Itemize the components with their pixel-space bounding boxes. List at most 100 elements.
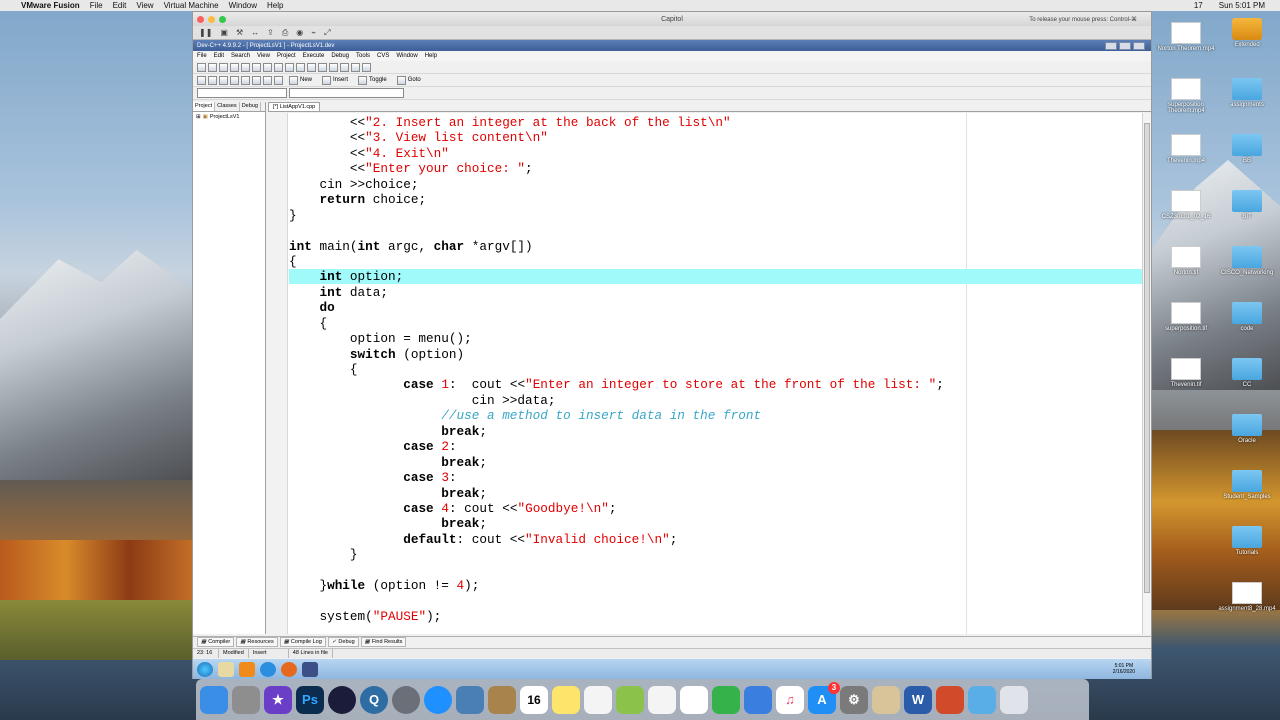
desktop-file-norton-mp4[interactable]: Norton Theorem.mp4 xyxy=(1155,22,1217,52)
remove-from-project-icon[interactable] xyxy=(351,62,360,72)
code-line[interactable]: <<"4. Exit\n" xyxy=(289,146,944,161)
project-tree-item[interactable]: ⊞ ▣ ProjectLsV1 xyxy=(193,112,265,122)
debug-icon[interactable] xyxy=(241,75,250,85)
insert-button[interactable]: Insert xyxy=(318,75,352,86)
menu-file[interactable]: File xyxy=(85,1,108,10)
tab-compile-log[interactable]: ▦ Compile Log xyxy=(279,637,326,647)
project-options-icon[interactable] xyxy=(362,62,371,72)
toggle-button[interactable]: Toggle xyxy=(354,75,391,86)
desktop-folder-code[interactable]: code xyxy=(1216,302,1278,332)
desktop-folder-bb[interactable]: BB xyxy=(1216,134,1278,164)
maps-icon[interactable] xyxy=(616,685,644,714)
code-line[interactable]: int option; xyxy=(289,269,944,284)
system-preferences-icon[interactable]: ⚙ xyxy=(840,685,868,714)
battery-level[interactable]: 17 xyxy=(1189,1,1208,10)
tab-debug-bottom[interactable]: ✓ Debug xyxy=(327,637,359,647)
reminders-icon[interactable] xyxy=(584,685,612,714)
share-icon[interactable]: ⇪ xyxy=(267,28,274,37)
code-line[interactable]: system("PAUSE"); xyxy=(289,609,944,624)
code-line[interactable]: { xyxy=(289,316,944,331)
tab-project[interactable]: Project xyxy=(193,102,216,111)
resize-icon[interactable]: ↔ xyxy=(251,28,259,37)
vmware-dock-icon[interactable] xyxy=(936,685,964,714)
redo-icon[interactable] xyxy=(285,62,294,72)
photos-icon[interactable] xyxy=(648,685,676,714)
devmenu-view[interactable]: View xyxy=(257,53,270,59)
code-line[interactable]: switch (option) xyxy=(289,347,944,362)
close-file-icon[interactable] xyxy=(252,62,261,72)
menubar-clock[interactable]: Sun 5:01 PM xyxy=(1214,1,1270,10)
menu-view[interactable]: View xyxy=(131,1,158,10)
desktop-folder-cisco[interactable]: CISCO_Networking xyxy=(1216,246,1278,276)
desktop-folder-tutorials[interactable]: Tutorials xyxy=(1216,526,1278,556)
print-icon[interactable] xyxy=(263,62,272,72)
menu-help[interactable]: Help xyxy=(262,1,288,10)
finder-icon[interactable] xyxy=(200,685,228,714)
code-line[interactable]: int data; xyxy=(289,285,944,300)
camera-icon[interactable]: ◉ xyxy=(296,28,303,37)
tab-listappv1[interactable]: [*] ListAppV1.cpp xyxy=(268,102,321,111)
photo-browser-icon[interactable] xyxy=(232,685,260,714)
save-all-icon[interactable] xyxy=(241,62,250,72)
devcpp-taskbar-icon[interactable] xyxy=(302,661,318,677)
downloads-folder-icon[interactable] xyxy=(968,685,996,714)
devmenu-help[interactable]: Help xyxy=(425,53,437,59)
pause-icon[interactable]: ❚❚ xyxy=(199,28,212,37)
snapshot-icon[interactable]: ▣ xyxy=(220,28,228,37)
new-button[interactable]: New xyxy=(285,75,316,86)
textedit-icon[interactable] xyxy=(680,685,708,714)
desktop-folder-assignments[interactable]: assignments xyxy=(1216,78,1278,108)
code-line[interactable]: option = menu(); xyxy=(289,331,944,346)
code-line[interactable]: cin >>data; xyxy=(289,393,944,408)
calendar-icon[interactable]: 16 xyxy=(520,685,548,714)
word-icon[interactable]: W xyxy=(904,685,932,714)
siri-icon[interactable] xyxy=(328,685,356,714)
code-line[interactable]: //use a method to insert data in the fro… xyxy=(289,408,944,423)
find-next-icon[interactable] xyxy=(318,62,327,72)
find-icon[interactable] xyxy=(296,62,305,72)
desktop-folder-oracle[interactable]: Oracle xyxy=(1216,414,1278,444)
desktop-file-csz30l01[interactable]: CSZ30L01_02_16 xyxy=(1155,190,1217,220)
code-line[interactable]: <<"Enter your choice: "; xyxy=(289,161,944,176)
launchpad-icon[interactable] xyxy=(392,685,420,714)
scrollbar-thumb[interactable] xyxy=(1144,123,1150,593)
menu-app-name[interactable]: VMware Fusion xyxy=(16,1,85,10)
tab-find-results[interactable]: ▦ Find Results xyxy=(360,637,407,647)
add-to-project-icon[interactable] xyxy=(340,62,349,72)
code-line[interactable] xyxy=(289,594,944,609)
code-line[interactable]: default: cout <<"Invalid choice!\n"; xyxy=(289,532,944,547)
code-line[interactable]: return choice; xyxy=(289,192,944,207)
desktop-folder-bit[interactable]: BIT xyxy=(1216,190,1278,220)
code-line[interactable]: break; xyxy=(289,516,944,531)
devmenu-execute[interactable]: Execute xyxy=(303,53,325,59)
editor-vertical-scrollbar[interactable] xyxy=(1142,113,1151,634)
code-line[interactable] xyxy=(289,563,944,578)
devmenu-debug[interactable]: Debug xyxy=(331,53,349,59)
preview-icon[interactable] xyxy=(456,685,484,714)
tab-classes[interactable]: Classes xyxy=(215,102,240,111)
devmenu-cvs[interactable]: CVS xyxy=(377,53,389,59)
trash-icon[interactable] xyxy=(1000,685,1028,714)
numbers-icon[interactable] xyxy=(712,685,740,714)
goto-button[interactable]: Goto xyxy=(393,75,425,86)
safari-icon[interactable] xyxy=(424,685,452,714)
class-combo[interactable] xyxy=(197,88,287,98)
desktop-file-assignment8[interactable]: assignment8_28.mp4 xyxy=(1216,582,1278,612)
devmenu-project[interactable]: Project xyxy=(277,53,296,59)
desktop-file-superposition-tif[interactable]: superposition.tif xyxy=(1155,302,1217,332)
pencil-icon[interactable] xyxy=(872,685,900,714)
desktop-folder-student-samples[interactable]: Student_Samples xyxy=(1216,470,1278,500)
contacts-icon[interactable] xyxy=(488,685,516,714)
open-project-icon[interactable] xyxy=(197,62,206,72)
code-line[interactable]: case 1: cout <<"Enter an integer to stor… xyxy=(289,377,944,392)
wrench-icon[interactable]: ⚒ xyxy=(236,28,243,37)
code-line[interactable]: <<"2. Insert an integer at the back of t… xyxy=(289,115,944,130)
code-line[interactable]: cin >>choice; xyxy=(289,177,944,192)
devmenu-tools[interactable]: Tools xyxy=(356,53,370,59)
desktop-file-norton-tif[interactable]: Norton.tif xyxy=(1155,246,1217,276)
code-line[interactable]: case 3: xyxy=(289,470,944,485)
expand-icon[interactable]: ⊞ xyxy=(196,114,201,120)
desktop-folder-cc[interactable]: CC xyxy=(1216,358,1278,388)
app-store-icon[interactable]: A3 xyxy=(808,681,840,714)
code-line[interactable]: break; xyxy=(289,455,944,470)
